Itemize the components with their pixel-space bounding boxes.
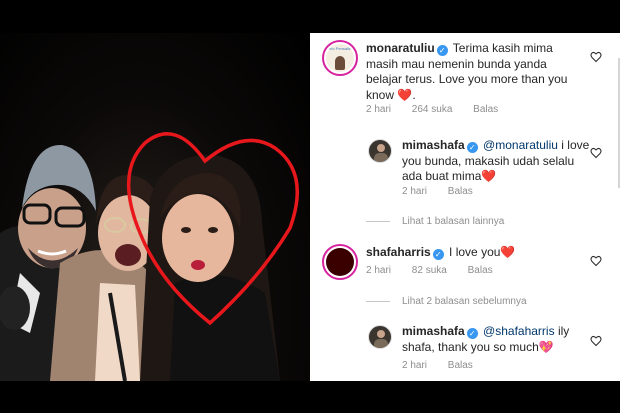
- comment-text: mimashafa ✓ @shafaharris ily shafa, thank…: [402, 324, 592, 355]
- heart-emoji: ❤️: [397, 87, 413, 102]
- reply-button[interactable]: Balas: [473, 104, 498, 115]
- comment-text: mimashafa ✓ @monaratuliu i love you bunda…: [402, 138, 592, 185]
- comment-meta: 2 hari Balas: [402, 360, 491, 371]
- comments-panel: Pelo Pensalled monaratuliu ✓ Terima kasih…: [310, 33, 620, 381]
- view-previous-replies[interactable]: Lihat 2 balasan sebelumnya: [366, 296, 527, 307]
- username[interactable]: mimashafa: [402, 324, 465, 338]
- comment-time: 2 hari: [402, 186, 428, 197]
- comment-meta: 2 hari Balas: [402, 186, 491, 197]
- avatar[interactable]: Pelo Pensalled: [322, 40, 358, 76]
- reply-button[interactable]: Balas: [468, 265, 493, 276]
- avatar[interactable]: [368, 325, 392, 349]
- comment-body: I love you: [449, 245, 501, 259]
- avatar[interactable]: [368, 139, 392, 163]
- comment-meta: 2 hari 82 suka Balas: [366, 265, 511, 276]
- view-replies-label: Lihat 2 balasan sebelumnya: [402, 296, 527, 307]
- comment-time: 2 hari: [402, 360, 428, 371]
- divider-line: [366, 220, 390, 222]
- photo-illustration: [0, 132, 299, 381]
- view-replies-label: Lihat 1 balasan lainnya: [402, 216, 505, 227]
- heart-emoji: ❤️: [481, 169, 497, 183]
- like-heart-icon[interactable]: [590, 255, 602, 267]
- like-count[interactable]: 264 suka: [412, 104, 453, 115]
- username[interactable]: mimashafa: [402, 138, 465, 152]
- sparkle-heart-emoji: 💖: [538, 339, 554, 354]
- verified-icon: ✓: [466, 142, 478, 153]
- verified-icon: ✓: [436, 45, 448, 56]
- username[interactable]: shafaharris: [366, 245, 431, 259]
- heart-emoji: ❤️: [500, 245, 516, 259]
- mention-link[interactable]: @monaratuliu: [483, 138, 558, 152]
- period: .: [412, 87, 416, 102]
- divider-line: [366, 300, 390, 302]
- comment-meta: 2 hari 264 suka Balas: [366, 104, 516, 115]
- comment-time: 2 hari: [366, 104, 392, 115]
- like-heart-icon[interactable]: [590, 147, 602, 159]
- username[interactable]: monaratuliu: [366, 41, 435, 55]
- view-more-replies[interactable]: Lihat 1 balasan lainnya: [366, 216, 504, 227]
- like-heart-icon[interactable]: [590, 335, 602, 347]
- reply-button[interactable]: Balas: [448, 360, 473, 371]
- verified-icon: ✓: [432, 249, 444, 260]
- comment-text: monaratuliu ✓ Terima kasih mima masih mau…: [366, 41, 581, 103]
- post-photo: [0, 33, 310, 381]
- reply-button[interactable]: Balas: [448, 186, 473, 197]
- mention-link[interactable]: @shafaharris: [483, 324, 555, 338]
- verified-icon: ✓: [466, 328, 478, 339]
- like-heart-icon[interactable]: [590, 51, 602, 63]
- avatar-text: Pelo Pensalled: [326, 46, 354, 51]
- comment-time: 2 hari: [366, 265, 392, 276]
- like-count[interactable]: 82 suka: [412, 265, 447, 276]
- avatar[interactable]: [322, 244, 358, 280]
- comment-text: shafaharris ✓ I love you❤️: [366, 245, 581, 261]
